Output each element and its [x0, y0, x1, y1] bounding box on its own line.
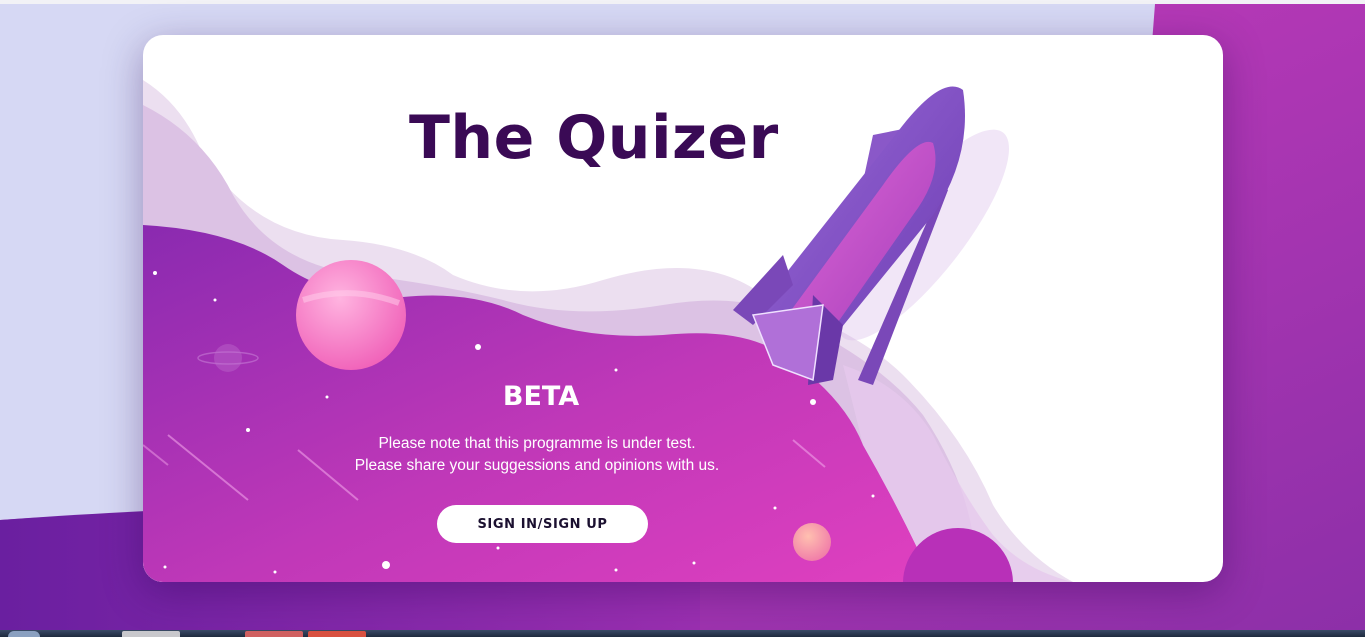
taskbar-item[interactable]	[245, 631, 303, 637]
planet-icon	[296, 260, 406, 370]
welcome-card: The Quizer BETA Please note that this pr…	[143, 35, 1223, 582]
app-title: The Quizer	[409, 103, 779, 173]
start-icon[interactable]	[8, 631, 40, 637]
notice-line: Please note that this programme is under…	[378, 435, 696, 452]
signin-signup-button[interactable]: SIGN IN/SIGN UP	[437, 505, 648, 543]
os-taskbar	[0, 630, 1365, 637]
beta-label: BETA	[502, 381, 580, 412]
taskbar-item[interactable]	[122, 631, 180, 637]
beta-notice: Please note that this programme is under…	[293, 433, 781, 477]
window-top-strip	[0, 0, 1365, 4]
notice-line: Please share your suggessions and opinio…	[354, 457, 720, 474]
taskbar-item[interactable]	[308, 631, 366, 637]
